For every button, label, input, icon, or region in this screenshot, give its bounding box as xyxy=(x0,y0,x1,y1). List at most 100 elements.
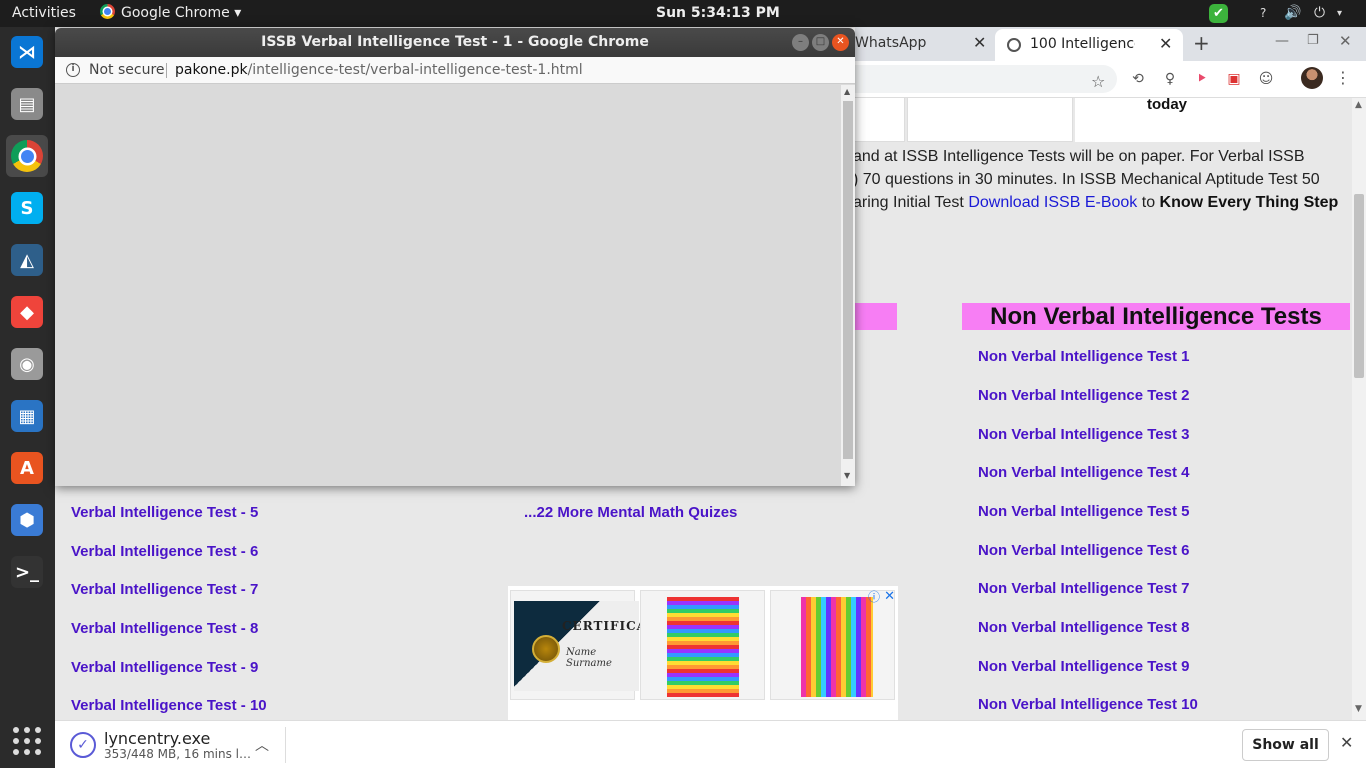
screenshot-extension-icon[interactable]: ▣ xyxy=(1225,70,1243,88)
scrollbar-thumb[interactable] xyxy=(843,101,853,459)
non-verbal-test-link[interactable]: Non Verbal Intelligence Test 3 xyxy=(978,426,1189,443)
non-verbal-test-link[interactable]: Non Verbal Intelligence Test 9 xyxy=(978,658,1189,675)
history-extension-icon[interactable]: ⟲ xyxy=(1129,70,1147,88)
dock-item-software-center[interactable]: A xyxy=(6,447,48,489)
more-menu-icon[interactable]: ⋮ xyxy=(1335,68,1351,87)
close-icon[interactable]: ✕ xyxy=(973,33,986,52)
camera-icon: ◉ xyxy=(11,348,43,380)
virtualbox-icon: ⬢ xyxy=(11,504,43,536)
intro-paragraph-line: and at ISSB Intelligence Tests will be o… xyxy=(853,148,1305,165)
incognito-extension-icon[interactable]: ☺ xyxy=(1257,70,1275,88)
chrome-icon xyxy=(100,4,115,19)
non-verbal-heading: Non Verbal Intelligence Tests xyxy=(962,303,1350,330)
advertisement[interactable]: CERTIFICATE Name Surname ⓘ ✕ xyxy=(508,586,898,720)
close-button[interactable]: ✕ xyxy=(832,34,849,51)
maximize-button[interactable]: □ xyxy=(812,34,829,51)
verbal-test-link[interactable]: Verbal Intelligence Test - 10 xyxy=(71,697,267,714)
cast-extension-icon[interactable]: ⯈ xyxy=(1193,70,1211,88)
scroll-up-arrow-icon[interactable]: ▲ xyxy=(844,87,850,96)
verbal-test-link[interactable]: Verbal Intelligence Test - 8 xyxy=(71,620,258,637)
ad-info-icon[interactable]: ⓘ xyxy=(868,588,880,605)
non-verbal-test-link[interactable]: Non Verbal Intelligence Test 10 xyxy=(978,696,1198,713)
popup-scrollbar[interactable]: ▲ ▼ xyxy=(841,85,855,486)
help-icon[interactable]: ? xyxy=(1260,4,1279,23)
app-menu[interactable]: Google Chrome ▾ xyxy=(100,0,241,27)
chevron-up-icon[interactable]: ︿ xyxy=(255,735,269,755)
tab-intelligence-tests[interactable]: 100 Intelligence T ✕ xyxy=(995,29,1183,61)
non-verbal-test-link[interactable]: Non Verbal Intelligence Test 4 xyxy=(978,464,1189,481)
tab-whatsapp[interactable]: WhatsApp ✕ xyxy=(855,27,995,61)
dock-item-libreoffice-writer[interactable]: ▦ xyxy=(6,395,48,437)
non-verbal-test-link[interactable]: Non Verbal Intelligence Test 5 xyxy=(978,503,1189,520)
intro-paragraph-line: aring Initial Test Download ISSB E-Book … xyxy=(853,194,1338,212)
scroll-down-arrow-icon[interactable]: ▼ xyxy=(844,471,850,480)
verbal-test-link[interactable]: Verbal Intelligence Test - 5 xyxy=(71,504,258,521)
non-verbal-test-link[interactable]: Non Verbal Intelligence Test 2 xyxy=(978,387,1189,404)
minimize-button[interactable]: — xyxy=(1275,33,1289,49)
ad-tile-color-chart[interactable] xyxy=(770,590,895,700)
check-icon[interactable]: ✔ xyxy=(1209,4,1228,23)
dock-item-file-manager[interactable]: ▤ xyxy=(6,83,48,125)
divider xyxy=(166,63,167,78)
download-progress-icon[interactable]: ✓ xyxy=(70,732,96,758)
globe-icon xyxy=(1007,38,1021,52)
ad-tile-color-chart[interactable] xyxy=(640,590,765,700)
minimize-button[interactable]: – xyxy=(792,34,809,51)
popup-content-area[interactable] xyxy=(55,85,841,486)
window-close-button[interactable]: ✕ xyxy=(1339,32,1352,50)
maximize-button[interactable]: ❐ xyxy=(1307,33,1319,48)
download-shelf: ✓ lyncentry.exe 353/448 MB, 16 mins l… ︿… xyxy=(55,720,1366,768)
not-secure-label[interactable]: Not secure xyxy=(89,62,165,78)
address-bar[interactable]: ☆ xyxy=(855,65,1117,93)
url-text[interactable]: pakone.pk/intelligence-test/verbal-intel… xyxy=(175,62,583,78)
close-icon[interactable]: ✕ xyxy=(1159,34,1172,53)
non-verbal-test-link[interactable]: Non Verbal Intelligence Test 6 xyxy=(978,542,1189,559)
volume-icon[interactable]: 🔊 xyxy=(1284,4,1303,23)
url-path: /intelligence-test/verbal-intelligence-t… xyxy=(247,62,583,78)
dock-item-vscode[interactable]: ⋊ xyxy=(6,31,48,73)
popup-url-bar[interactable]: i Not secure pakone.pk/intelligence-test… xyxy=(55,57,855,84)
non-verbal-test-link[interactable]: Non Verbal Intelligence Test 1 xyxy=(978,348,1189,365)
activities-button[interactable]: Activities xyxy=(12,0,76,27)
close-icon[interactable]: ✕ xyxy=(1340,733,1353,752)
lightbulb-extension-icon[interactable]: ♀ xyxy=(1161,70,1179,88)
url-domain: pakone.pk xyxy=(175,62,248,78)
clock[interactable]: Sun 5:34:13 PM xyxy=(656,0,780,27)
scroll-up-arrow-icon[interactable]: ▲ xyxy=(1355,100,1362,110)
seal-icon xyxy=(532,635,560,663)
page-scrollbar[interactable]: ▲ ▼ xyxy=(1352,98,1366,720)
dock-item-skype[interactable]: S xyxy=(6,187,48,229)
non-verbal-test-link[interactable]: Non Verbal Intelligence Test 7 xyxy=(978,580,1189,597)
ad-tile-certificate[interactable]: CERTIFICATE Name Surname xyxy=(510,590,665,700)
info-icon[interactable]: i xyxy=(66,63,80,77)
today-label: today xyxy=(1147,98,1188,113)
profile-avatar[interactable] xyxy=(1301,67,1323,89)
dock-item-anydesk[interactable]: ◆ xyxy=(6,291,48,333)
paragraph-bold-text: Know Every Thing Step xyxy=(1159,194,1339,211)
ad-close-icon[interactable]: ✕ xyxy=(884,588,895,604)
tab-label: WhatsApp xyxy=(855,35,927,51)
system-menu-chevron-icon[interactable]: ▾ xyxy=(1337,4,1356,23)
mental-math-link[interactable]: ...22 More Mental Math Quizes xyxy=(524,504,737,521)
dock-item-terminal[interactable]: >_ xyxy=(6,551,48,593)
scroll-down-arrow-icon[interactable]: ▼ xyxy=(1355,704,1362,714)
non-verbal-test-link[interactable]: Non Verbal Intelligence Test 8 xyxy=(978,619,1189,636)
new-tab-button[interactable]: + xyxy=(1193,31,1210,55)
table-cell xyxy=(853,98,905,142)
show-applications-icon[interactable] xyxy=(13,727,41,755)
download-ebook-link[interactable]: Download ISSB E-Book xyxy=(968,194,1137,211)
dock-item-camera[interactable]: ◉ xyxy=(6,343,48,385)
download-filename[interactable]: lyncentry.exe xyxy=(104,729,210,748)
battery-icon[interactable]: ⏻ xyxy=(1314,4,1333,23)
popup-titlebar[interactable]: ISSB Verbal Intelligence Test - 1 - Goog… xyxy=(55,28,855,57)
scrollbar-thumb[interactable] xyxy=(1354,194,1364,378)
verbal-test-link[interactable]: Verbal Intelligence Test - 6 xyxy=(71,543,258,560)
dock-item-google-chrome[interactable] xyxy=(6,135,48,177)
show-all-button[interactable]: Show all xyxy=(1242,729,1329,761)
vscode-icon: ⋊ xyxy=(11,36,43,68)
bookmark-star-icon[interactable]: ☆ xyxy=(1091,72,1105,91)
verbal-test-link[interactable]: Verbal Intelligence Test - 7 xyxy=(71,581,258,598)
verbal-test-link[interactable]: Verbal Intelligence Test - 9 xyxy=(71,659,258,676)
dock-item-mysql-workbench[interactable]: ◭ xyxy=(6,239,48,281)
dock-item-virtualbox[interactable]: ⬢ xyxy=(6,499,48,541)
